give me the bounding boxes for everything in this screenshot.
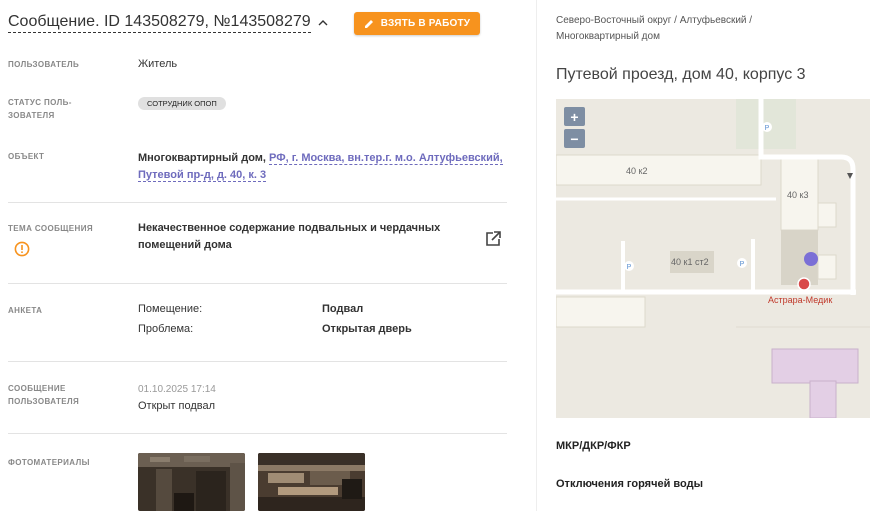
message-text: Открыт подвал <box>138 400 216 412</box>
info-panel: Северо-Восточный округ / Алтуфьевский / … <box>536 0 870 511</box>
section-hot-water[interactable]: Отключения горячей воды <box>556 478 703 490</box>
object-label: ОБЪЕКТ <box>8 152 45 161</box>
breadcrumb-path: Северо-Восточный округ / Алтуфьевский / <box>556 15 753 26</box>
map-label-b1: 40 к2 <box>626 166 647 176</box>
object-type: Многоквартирный дом, <box>138 152 270 164</box>
breadcrumb-current: Многоквартирный дом <box>556 31 660 42</box>
address-title: Путевой проезд, дом 40, корпус 3 <box>556 66 806 83</box>
topic-value: Некачественное содержание подвальных и ч… <box>138 222 441 251</box>
user-value: Житель <box>138 58 178 70</box>
warning-icon <box>14 241 30 257</box>
map-label-b2: 40 к3 <box>787 190 808 200</box>
survey-item: Проблема: Открытая дверь <box>138 323 412 335</box>
message-row: СООБЩЕНИЕ ПОЛЬЗОВАТЕЛЯ 01.10.2025 17:14 О… <box>8 362 507 434</box>
message-title[interactable]: Сообщение. ID 143508279, №143508279 <box>8 12 311 33</box>
user-row: ПОЛЬЗОВАТЕЛЬ Житель <box>8 58 507 88</box>
message-label: СООБЩЕНИЕ ПОЛЬЗОВАТЕЛЯ <box>8 384 80 406</box>
map[interactable]: P P P 40 к2 40 к3 40 к1 ст2 Астрара-Меди… <box>556 99 870 418</box>
message-body: 01.10.2025 17:14 Открыт подвал <box>138 381 216 415</box>
object-row: ОБЪЕКТ Многоквартирный дом, РФ, г. Москв… <box>8 150 507 203</box>
survey-list: Помещение: Подвал Проблема: Открытая дверь <box>138 299 412 339</box>
survey-item: Помещение: Подвал <box>138 303 364 315</box>
object-address-link-2[interactable]: Путевой пр-д, д. 40, к. 3 <box>138 169 267 182</box>
section-mkr[interactable]: МКР/ДКР/ФКР <box>556 440 631 452</box>
message-date: 01.10.2025 17:14 <box>138 384 216 395</box>
survey-row: АНКЕТА Помещение: Подвал Проблема: Открыта… <box>8 284 507 362</box>
photo-thumbnail[interactable] <box>258 453 365 511</box>
status-row: СТАТУС ПОЛЬ- ЗОВАТЕЛЯ СОТРУДНИК ОПОП <box>8 96 507 132</box>
survey-label: АНКЕТА <box>8 306 43 315</box>
chevron-up-icon[interactable] <box>317 17 329 29</box>
location-marker <box>804 252 818 266</box>
object-value: Многоквартирный дом, РФ, г. Москва, вн.т… <box>138 150 503 184</box>
parking-icon: P <box>740 261 745 268</box>
take-button-label: ВЗЯТЬ В РАБОТУ <box>380 18 471 29</box>
status-value: СОТРУДНИК ОПОП <box>138 95 226 112</box>
user-label: ПОЛЬЗОВАТЕЛЬ <box>8 60 80 69</box>
message-panel: Сообщение. ID 143508279, №143508279 ВЗЯТ… <box>0 0 535 511</box>
photos-label: ФОТОМАТЕРИАЛЫ <box>8 458 90 467</box>
parking-icon: P <box>627 264 632 271</box>
message-header: Сообщение. ID 143508279, №143508279 <box>8 12 329 33</box>
take-to-work-button[interactable]: ВЗЯТЬ В РАБОТУ <box>354 12 480 35</box>
status-label: СТАТУС ПОЛЬ- ЗОВАТЕЛЯ <box>8 98 72 120</box>
zoom-out-button[interactable]: − <box>564 129 585 148</box>
breadcrumb: Северо-Восточный округ / Алтуфьевский / … <box>556 13 856 45</box>
topic-label: ТЕМА СООБЩЕНИЯ <box>8 224 94 233</box>
open-external-icon[interactable] <box>484 230 502 248</box>
map-label-b3: 40 к1 ст2 <box>671 257 709 267</box>
photo-thumbnail[interactable] <box>138 453 245 511</box>
parking-icon: P <box>765 125 770 132</box>
medical-poi-icon <box>797 277 811 291</box>
map-label-poi: Астрара-Медик <box>768 295 832 305</box>
topic-row: ТЕМА СООБЩЕНИЯ Некачественное содержание… <box>8 203 507 284</box>
status-badge: СОТРУДНИК ОПОП <box>138 97 226 110</box>
zoom-in-button[interactable]: + <box>564 107 585 126</box>
pencil-icon <box>364 19 373 28</box>
object-address-link[interactable]: РФ, г. Москва, вн.тер.г. м.о. Алтуфьевск… <box>269 152 503 165</box>
